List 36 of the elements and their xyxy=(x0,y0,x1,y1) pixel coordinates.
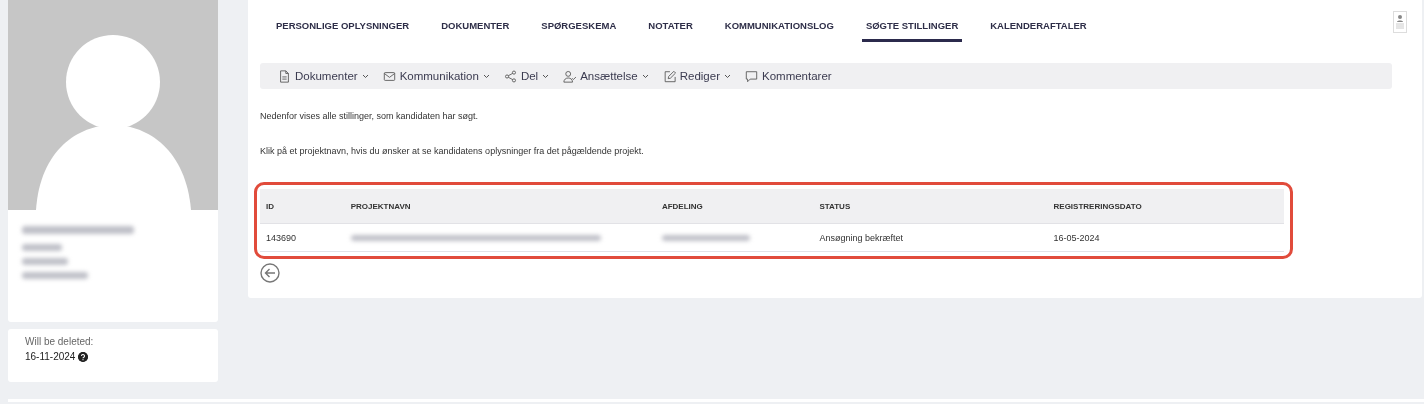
tab[interactable]: DOKUMENTER xyxy=(441,20,510,42)
toolbar-menu-button[interactable]: Dokumenter xyxy=(278,67,369,85)
toolbar-menu-button[interactable]: Ansættelse xyxy=(563,67,649,85)
intro-paragraph: Nedenfor vises alle stillinger, som kandidaten har søgt. xyxy=(260,111,480,121)
column-header: PROJEKTNAVN xyxy=(344,189,656,224)
table-cell: 143690 xyxy=(260,223,345,252)
table-cell: 16-05-2024 xyxy=(1047,223,1284,252)
blurred-text xyxy=(22,244,62,251)
document-icon xyxy=(278,69,291,83)
tab[interactable]: SØGTE STILLINGER xyxy=(861,20,963,42)
tab[interactable]: PERSONLIGE OPLYSNINGER xyxy=(276,20,410,42)
column-header: REGISTRERINGSDATO xyxy=(1047,189,1284,224)
tab[interactable]: KOMMUNIKATIONSLOG xyxy=(724,20,834,42)
column-header: AFDELING xyxy=(655,189,814,224)
deletion-label: Will be deleted: xyxy=(25,336,95,347)
tab[interactable]: KALENDERAFTALER xyxy=(990,20,1087,42)
toolbar-menu-button[interactable]: Rediger xyxy=(662,67,731,85)
blurred-text xyxy=(22,272,88,279)
share-icon xyxy=(503,69,517,83)
tab[interactable]: SPØRGESKEMA xyxy=(541,20,617,42)
column-header: ID xyxy=(260,189,345,224)
blurred-text xyxy=(22,258,68,265)
contact-card-icon[interactable] xyxy=(1393,11,1407,33)
mail-icon xyxy=(382,69,396,83)
help-icon[interactable] xyxy=(78,351,89,362)
toolbar-menu-button[interactable]: Del xyxy=(503,67,550,85)
table-cell: Ansøgning bekræftet xyxy=(813,223,1048,252)
toolbar-menu-button[interactable]: Kommentarer xyxy=(745,67,832,85)
toolbar-menu-button[interactable]: Kommunikation xyxy=(382,67,490,85)
column-header: STATUS xyxy=(813,189,1048,224)
comment-icon xyxy=(745,69,758,83)
intro-paragraph: Klik på et projektnavn, hvis du ønsker at se kandidatens oplysninger fra det pågældende projekt. xyxy=(260,146,645,156)
person-icon xyxy=(563,69,577,83)
deletion-date: 16-11-2024 xyxy=(25,351,76,362)
tab[interactable]: NOTATER xyxy=(648,20,693,42)
edit-icon xyxy=(662,69,676,83)
